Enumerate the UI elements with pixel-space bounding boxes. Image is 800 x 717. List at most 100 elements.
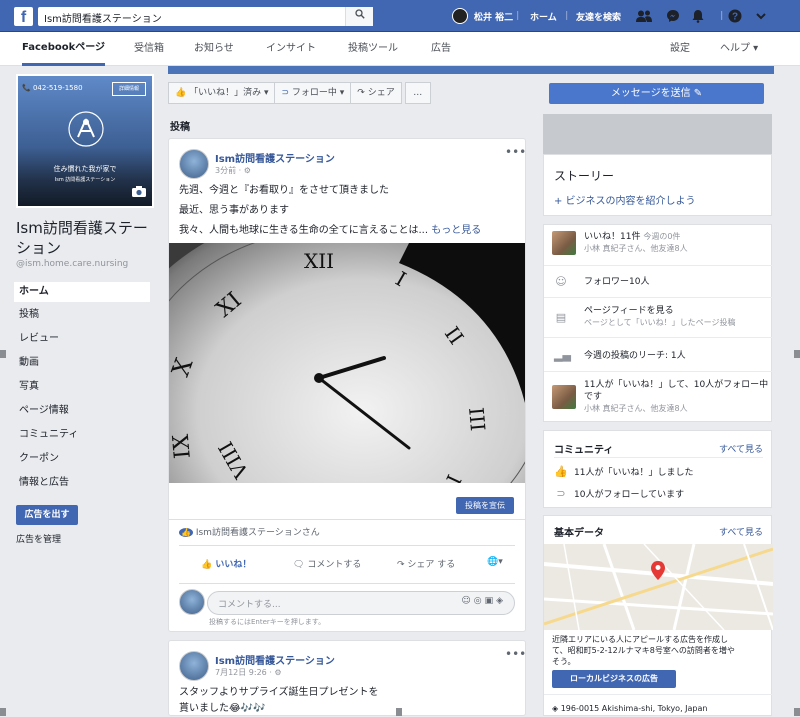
page-handle[interactable]: @ism.home.care.nursing xyxy=(16,259,128,269)
page-title[interactable]: Ism訪問看護ステーション xyxy=(16,218,156,258)
avatar xyxy=(179,589,205,615)
camera-icon[interactable] xyxy=(132,186,146,200)
comment-button[interactable]: 🗨 コメントする xyxy=(293,557,361,570)
friends-thumbnail[interactable] xyxy=(552,385,576,409)
comment-input[interactable]: コメントする... ☺◎▣◈ xyxy=(207,591,515,615)
gear-icon[interactable]: ⚙ xyxy=(244,166,251,175)
like-button[interactable]: 👍 いいね！ xyxy=(201,557,251,570)
top-bar: f Ism訪問看護ステーション 松井 裕二 | ホーム | 友達を検索 | ? xyxy=(0,0,800,32)
emoji-camera-gif-sticker-icons[interactable]: ☺◎▣◈ xyxy=(461,596,506,606)
left-nav-community[interactable]: コミュニティ xyxy=(14,425,150,445)
create-ad-button[interactable]: 広告を出す xyxy=(16,505,78,525)
find-friends-link[interactable]: 友達を検索 xyxy=(576,0,621,32)
liked-button[interactable]: 👍 「いいね！」済み ▾ xyxy=(168,82,276,104)
tab-inbox[interactable]: 受信箱 xyxy=(134,32,164,66)
resize-handle[interactable] xyxy=(794,708,800,716)
resize-handle[interactable] xyxy=(396,708,402,716)
likes-follows-summary[interactable]: 11人が「いいね！」して、10人がフォロー中 です 小林 真紀子さん、他友達8人 xyxy=(584,379,768,415)
post-time[interactable]: 7月12日 9:26 · ⚙ xyxy=(215,667,282,678)
resize-handle[interactable] xyxy=(0,708,6,716)
divider xyxy=(544,297,773,298)
tab-help[interactable]: ヘルプ ▾ xyxy=(720,32,758,66)
help-icon[interactable]: ? xyxy=(728,0,742,32)
home-link[interactable]: ホーム xyxy=(530,0,557,32)
tab-publishing-tools[interactable]: 投稿ツール xyxy=(348,32,398,66)
messenger-icon[interactable] xyxy=(666,0,680,32)
local-business-ad-button[interactable]: ローカルビジネスの広告 xyxy=(552,670,676,688)
followers-icon: ☺ xyxy=(555,275,567,288)
post-as-selector[interactable]: 🌐▾ xyxy=(487,557,503,567)
post-image-clock[interactable]: XI X IX VIII XII I II III IV xyxy=(169,243,525,483)
following-label: フォロー中 ▾ xyxy=(291,88,345,98)
avatar[interactable] xyxy=(179,651,209,681)
send-message-button[interactable]: メッセージを送信 ✎ xyxy=(549,83,764,104)
thumbs-up-icon: 👍 xyxy=(201,560,213,570)
chart-icon: ▂▄ xyxy=(554,349,571,362)
location-pin-icon: ◈ xyxy=(552,704,559,713)
like-reaction-icon: 👍 xyxy=(179,528,193,537)
resize-handle[interactable] xyxy=(0,350,6,358)
address[interactable]: ◈ 196-0015 Akishima-shi, Tokyo, Japan xyxy=(552,703,707,715)
left-nav-photos[interactable]: 写真 xyxy=(14,377,150,397)
add-story-link[interactable]: + ビジネスの内容を紹介しよう xyxy=(554,192,696,207)
weekly-reach[interactable]: 今週の投稿のリーチ: 1人 xyxy=(584,350,686,362)
tab-ads[interactable]: 広告 xyxy=(431,32,451,66)
location-map[interactable] xyxy=(544,544,773,630)
boost-post-button[interactable]: 投稿を宣伝 xyxy=(456,497,514,514)
search-input[interactable]: Ism訪問看護ステーション xyxy=(38,7,372,26)
divider xyxy=(544,337,773,338)
left-nav-info-and-ads[interactable]: 情報と広告 xyxy=(14,473,150,493)
page-feed-link[interactable]: ページフィードを見る ページとして「いいね！」したページ投稿 xyxy=(584,305,735,329)
profile-picture[interactable]: 📞 042-519-1580 詳細情報 住み慣れた我が家で Ism 訪問看護ステ… xyxy=(16,74,154,208)
divider xyxy=(544,371,773,372)
cover-headline: 住み慣れた我が家で xyxy=(53,165,117,173)
post-text-line: 先週、今週と『お看取り』をさせて頂きました xyxy=(179,185,389,196)
basic-info-see-all-link[interactable]: すべて見る xyxy=(719,525,763,538)
search-icon[interactable] xyxy=(345,7,373,26)
post-options-icon[interactable]: ••• xyxy=(505,145,526,159)
notifications-icon[interactable] xyxy=(692,0,704,32)
liked-label: 「いいね！」済み ▾ xyxy=(189,88,269,98)
left-nav-offers[interactable]: クーポン xyxy=(14,449,150,469)
following-button[interactable]: ⊃ フォロー中 ▾ xyxy=(274,82,352,104)
follow-icon: ⊃ xyxy=(556,487,566,500)
left-nav-home[interactable]: ホーム xyxy=(14,282,150,302)
left-nav-videos[interactable]: 動画 xyxy=(14,353,150,373)
post-author[interactable]: Ism訪問看護ステーション xyxy=(215,652,335,667)
left-nav-posts[interactable]: 投稿 xyxy=(14,305,150,325)
tab-settings[interactable]: 設定 xyxy=(670,32,690,66)
share-label: シェア する xyxy=(407,560,456,570)
profile-link[interactable]: 松井 裕二 xyxy=(452,0,513,32)
manage-ads-link[interactable]: 広告を管理 xyxy=(16,532,61,545)
tab-notifications[interactable]: お知らせ xyxy=(194,32,234,66)
friend-requests-icon[interactable] xyxy=(636,0,652,32)
page-action-bar: 👍 「いいね！」済み ▾ ⊃ フォロー中 ▾ ↷ シェア … xyxy=(168,82,431,104)
left-nav-about[interactable]: ページ情報 xyxy=(14,401,150,421)
more-options-button[interactable]: … xyxy=(404,82,431,104)
tab-insights[interactable]: インサイト xyxy=(266,32,316,66)
avatar[interactable] xyxy=(179,149,209,179)
community-see-all-link[interactable]: すべて見る xyxy=(719,442,763,455)
post-options-icon[interactable]: ••• xyxy=(505,647,526,661)
followers-count[interactable]: フォロワー10人 xyxy=(584,276,649,288)
post-time[interactable]: 3分前 · ⚙ xyxy=(215,165,251,176)
post-author[interactable]: Ism訪問看護ステーション xyxy=(215,150,335,165)
account-menu-icon[interactable] xyxy=(756,0,766,32)
share-button[interactable]: ↷ シェア する xyxy=(397,557,455,570)
post-text-truncated: 我々、人間も地球に生きる生命の全てに言えることは... xyxy=(179,225,429,236)
left-nav-reviews[interactable]: レビュー xyxy=(14,329,150,349)
friends-thumbnail[interactable] xyxy=(552,231,576,255)
logo-icon xyxy=(68,111,104,147)
liked-by-text: Ism訪問看護ステーションさん xyxy=(195,528,320,538)
community-follows[interactable]: 10人がフォローしています xyxy=(574,489,684,501)
facebook-logo-icon[interactable]: f xyxy=(14,7,33,26)
see-more-link[interactable]: もっと見る xyxy=(431,225,481,236)
tab-facebook-page[interactable]: Facebookページ xyxy=(22,32,106,66)
globe-icon: 🌐 xyxy=(487,557,499,567)
community-likes[interactable]: 11人が「いいね！」しました xyxy=(574,467,693,479)
gear-icon[interactable]: ⚙ xyxy=(274,668,281,677)
page-management-nav: Facebookページ 受信箱 お知らせ インサイト 投稿ツール 広告 設定 ヘ… xyxy=(0,32,800,66)
likes-count[interactable]: いいね！11件 今週の0件 小林 真紀子さん、他友達8人 xyxy=(584,231,688,255)
resize-handle[interactable] xyxy=(794,350,800,358)
share-button[interactable]: ↷ シェア xyxy=(350,82,402,104)
